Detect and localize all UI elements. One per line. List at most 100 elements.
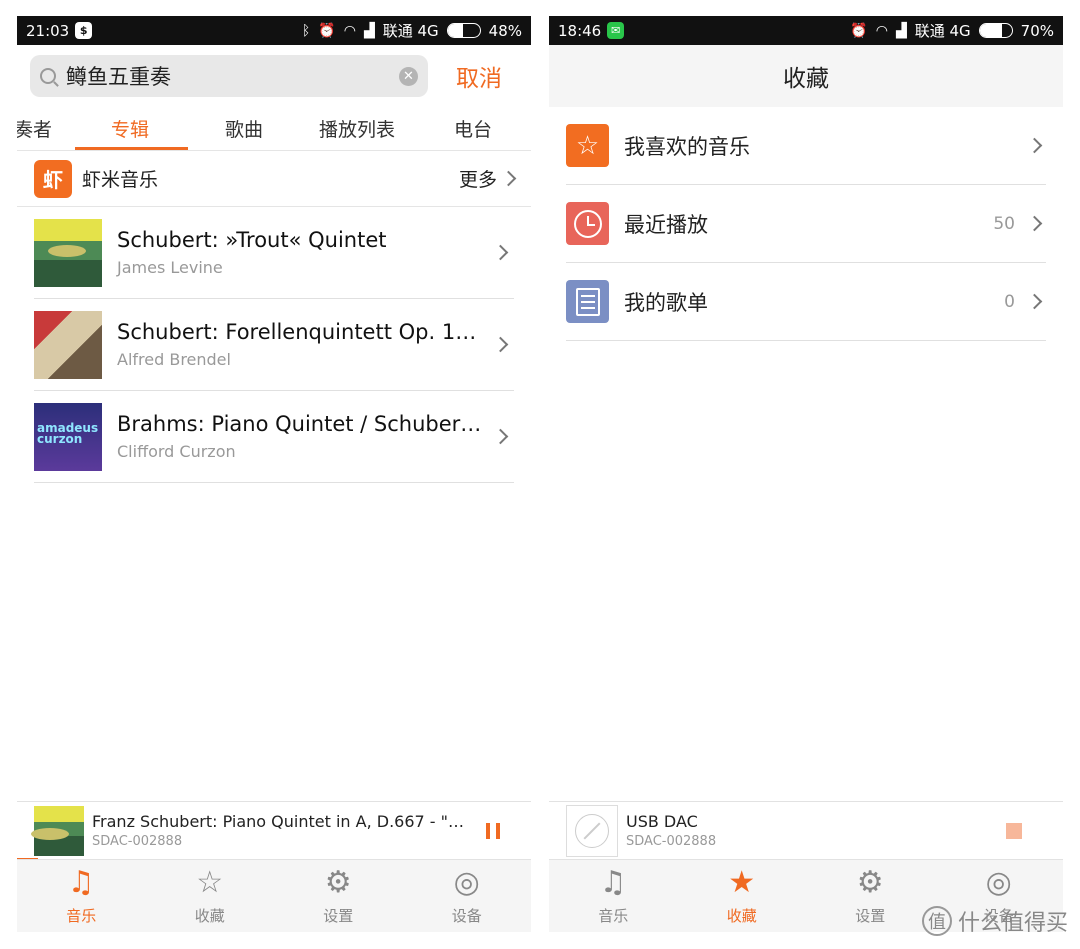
album-cover: amadeus curzon	[34, 402, 102, 471]
album-title: Schubert: Forellenquintett Op. 114...	[117, 320, 485, 344]
more-label: 更多	[458, 169, 497, 191]
search-input[interactable]	[66, 64, 399, 88]
nav-label: 设置	[323, 906, 354, 925]
signal-icon: ▟	[363, 22, 375, 39]
wifi-icon: ◠	[875, 22, 888, 39]
wifi-icon: ◠	[343, 22, 356, 39]
chevron-right-icon	[1026, 293, 1043, 310]
nav-favorites[interactable]: ★ 收藏	[678, 860, 807, 932]
favorite-label: 我的歌单	[624, 290, 708, 315]
xiami-logo-icon: 虾	[34, 159, 72, 198]
source-name: 虾米音乐	[82, 169, 159, 191]
now-playing-title: Franz Schubert: Piano Quintet in A, D.66…	[92, 812, 468, 831]
watermark: 值 什么值得买	[921, 905, 1068, 937]
watermark-badge-icon: 值	[921, 906, 952, 936]
nav-label: 收藏	[726, 906, 757, 925]
album-artist: James Levine	[117, 258, 223, 277]
clear-search-icon[interactable]: ✕	[399, 66, 418, 86]
alarm-icon: ⏰	[318, 22, 336, 39]
gear-icon: ⚙	[856, 864, 884, 900]
album-item[interactable]: Schubert: »Trout« Quintet James Levine	[34, 207, 514, 299]
favorite-count: 50	[993, 213, 1015, 234]
watermark-text: 什么值得买	[957, 911, 1068, 936]
result-tabs: 演奏者 专辑 歌曲 播放列表 电台	[17, 107, 531, 151]
star-icon: ☆	[566, 124, 609, 167]
star-icon: ☆	[196, 864, 224, 900]
album-item[interactable]: amadeus curzon Brahms: Piano Quintet / S…	[34, 391, 514, 483]
search-icon	[40, 68, 56, 84]
chevron-right-icon	[1026, 215, 1043, 232]
page-title: 收藏	[549, 45, 1063, 107]
alarm-icon: ⏰	[850, 22, 868, 39]
gear-icon: ⚙	[324, 864, 352, 900]
bottom-nav: ♫ 音乐 ☆ 收藏 ⚙ 设置 ◎ 设备	[17, 859, 531, 932]
active-tab-indicator	[75, 147, 188, 150]
mini-player[interactable]: USB DAC SDAC-002888	[549, 801, 1063, 859]
disc-placeholder-icon	[566, 804, 618, 857]
album-title: Brahms: Piano Quintet / Schubert...	[117, 412, 485, 436]
nav-label: 音乐	[598, 906, 629, 925]
nav-music[interactable]: ♫ 音乐	[549, 860, 678, 932]
status-bar: 18:46 ✉ ⏰ ◠ ▟ 联通 4G 70%	[549, 16, 1063, 45]
carrier-label: 联通 4G	[382, 22, 439, 40]
cancel-button[interactable]: 取消	[456, 59, 502, 93]
chevron-right-icon	[1026, 137, 1043, 154]
battery-percent: 70%	[1020, 21, 1054, 40]
music-note-icon: ♫	[67, 864, 95, 900]
nav-label: 收藏	[194, 906, 225, 925]
favorite-liked-music[interactable]: ☆ 我喜欢的音乐	[566, 107, 1046, 185]
signal-icon: ▟	[895, 22, 907, 39]
bluetooth-icon: ᛒ	[301, 22, 311, 39]
nav-favorites[interactable]: ☆ 收藏	[146, 860, 275, 932]
nav-music[interactable]: ♫ 音乐	[17, 860, 146, 932]
mini-player[interactable]: Franz Schubert: Piano Quintet in A, D.66…	[17, 801, 531, 860]
notification-app-icon: $	[75, 22, 93, 39]
favorite-count: 0	[1004, 291, 1015, 312]
tab-performers[interactable]: 演奏者	[17, 115, 52, 142]
nav-label: 设置	[855, 906, 886, 925]
status-time: 21:03	[26, 21, 70, 40]
more-link[interactable]: 更多	[458, 165, 517, 192]
album-title: Schubert: »Trout« Quintet	[117, 228, 387, 252]
list-icon	[566, 280, 609, 323]
speaker-icon: ◎	[985, 864, 1012, 900]
favorites-screen: 18:46 ✉ ⏰ ◠ ▟ 联通 4G 70% 收藏 ☆ 我喜欢的音乐 最近播放…	[549, 16, 1063, 932]
now-playing-cover	[34, 805, 84, 856]
tab-radio[interactable]: 电台	[454, 115, 492, 142]
status-time: 18:46	[558, 21, 602, 40]
carrier-label: 联通 4G	[914, 22, 971, 40]
favorite-recently-played[interactable]: 最近播放 50	[566, 185, 1046, 263]
battery-icon	[978, 23, 1013, 38]
nav-settings[interactable]: ⚙ 设置	[806, 860, 935, 932]
search-screen: 21:03 $ ᛒ ⏰ ◠ ▟ 联通 4G 48% ✕ 取消 演奏者 专辑 歌曲…	[17, 16, 531, 932]
chevron-right-icon	[492, 244, 509, 261]
chevron-right-icon	[500, 170, 517, 187]
wechat-notification-icon: ✉	[607, 22, 625, 39]
status-bar: 21:03 $ ᛒ ⏰ ◠ ▟ 联通 4G 48%	[17, 16, 531, 45]
album-cover	[34, 310, 102, 379]
tab-playlists[interactable]: 播放列表	[319, 115, 395, 142]
album-artist: Clifford Curzon	[117, 442, 236, 461]
favorite-my-playlists[interactable]: 我的歌单 0	[566, 263, 1046, 341]
nav-label: 音乐	[66, 906, 97, 925]
pause-icon[interactable]	[486, 822, 500, 839]
now-playing-device: SDAC-002888	[92, 834, 183, 849]
album-cover-text: amadeus curzon	[37, 420, 99, 446]
battery-icon	[446, 23, 481, 38]
star-icon: ★	[728, 864, 756, 900]
speaker-icon: ◎	[453, 864, 480, 900]
stop-icon[interactable]	[1006, 822, 1022, 839]
search-field[interactable]: ✕	[30, 55, 428, 97]
album-item[interactable]: Schubert: Forellenquintett Op. 114... Al…	[34, 299, 514, 391]
favorite-label: 我喜欢的音乐	[624, 134, 750, 159]
chevron-right-icon	[492, 336, 509, 353]
clock-icon	[566, 202, 609, 245]
now-playing-device: SDAC-002888	[626, 834, 717, 849]
chevron-right-icon	[492, 428, 509, 445]
favorite-label: 最近播放	[624, 212, 708, 237]
nav-settings[interactable]: ⚙ 设置	[274, 860, 403, 932]
tab-albums[interactable]: 专辑	[111, 115, 149, 142]
tab-songs[interactable]: 歌曲	[225, 115, 263, 142]
album-cover	[34, 218, 102, 287]
nav-devices[interactable]: ◎ 设备	[403, 860, 532, 932]
